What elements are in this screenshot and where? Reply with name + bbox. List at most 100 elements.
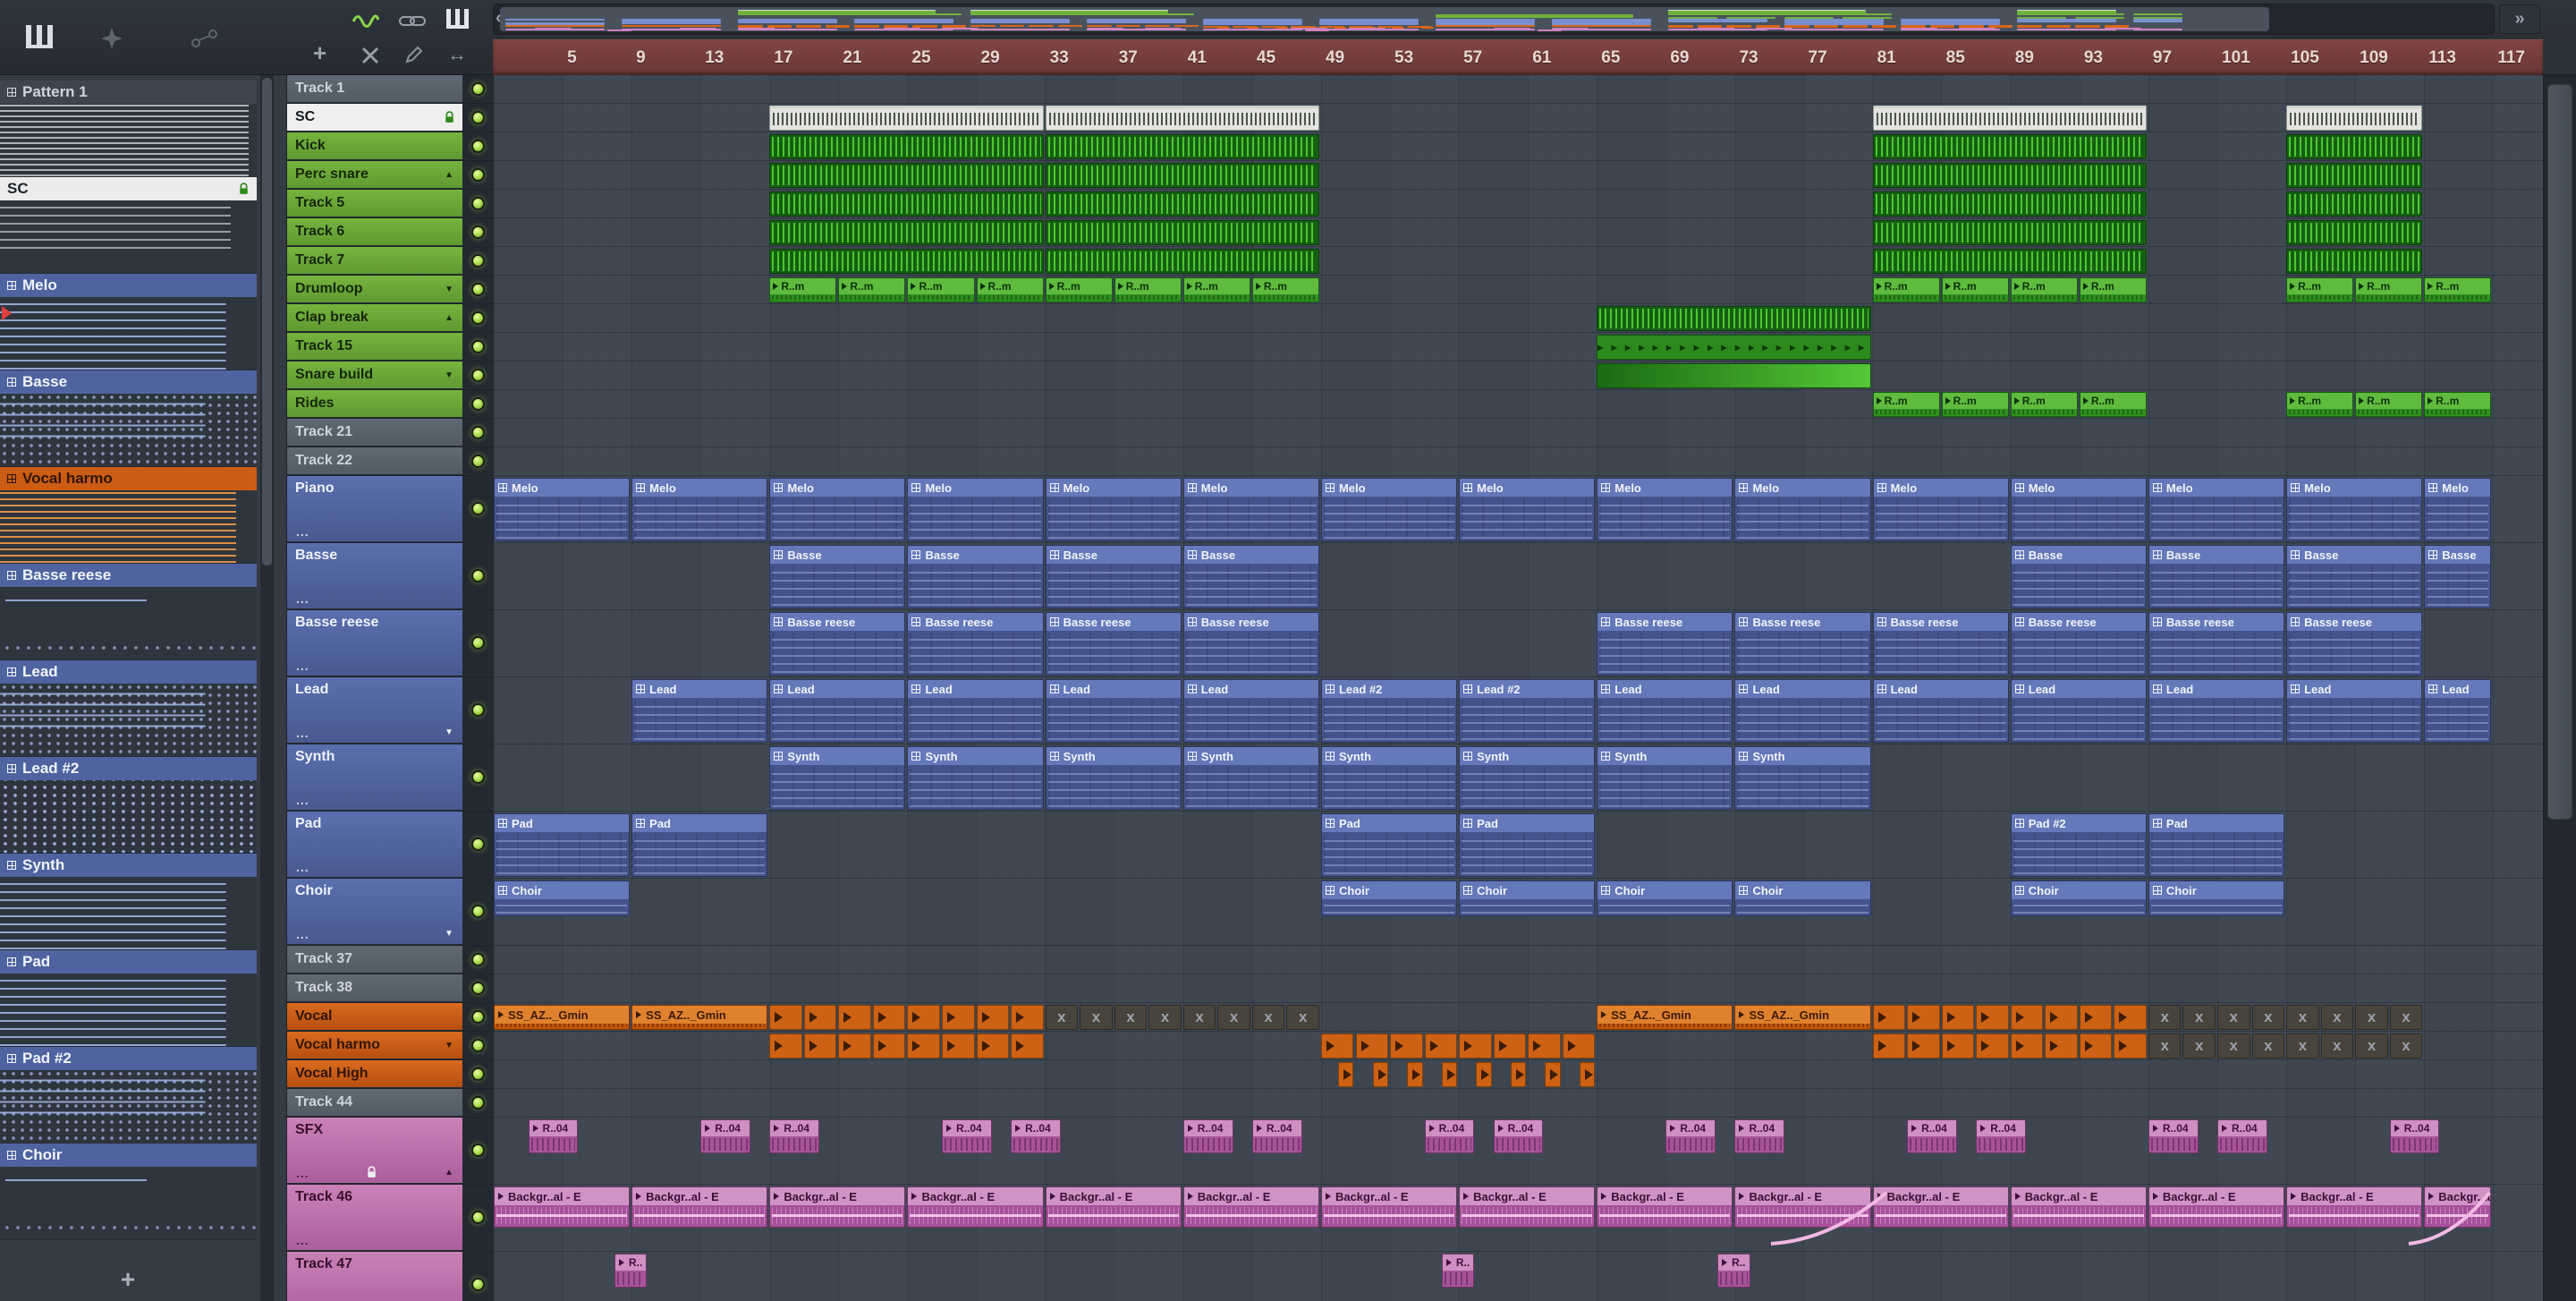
track-row-track-44[interactable]: Track 44 (287, 1089, 493, 1118)
clip-r-m[interactable]: R..m (2286, 277, 2354, 302)
clip-r-04[interactable]: R..04 (1182, 1119, 1233, 1153)
chevron-up-icon[interactable]: ▲ (445, 170, 453, 180)
clip-basse-reese[interactable]: Basse reese (769, 612, 906, 676)
track-enable-led[interactable] (470, 310, 485, 325)
play-clip[interactable] (1424, 1033, 1458, 1059)
mute-clip[interactable]: x (2251, 1033, 2285, 1059)
track-enable-led[interactable] (470, 1038, 485, 1052)
track-row-sc[interactable]: SC (287, 104, 493, 132)
play-clip[interactable] (907, 1033, 940, 1059)
clip-melo[interactable]: Melo (1320, 478, 1458, 541)
clip-lead[interactable]: Lead (631, 679, 768, 743)
pattern-thumbnail-basse-reese[interactable] (0, 587, 257, 660)
play-clip[interactable] (1872, 1033, 1906, 1059)
clip-basse-reese[interactable]: Basse reese (1734, 612, 1871, 676)
track-name-pad[interactable]: Pad... (287, 812, 462, 877)
track-row-track-37[interactable]: Track 37 (287, 946, 493, 974)
clip-r-m[interactable]: R..m (976, 277, 1044, 302)
mute-clip[interactable]: x (2320, 1005, 2354, 1030)
track-name-rides[interactable]: Rides (287, 390, 462, 417)
mute-clip[interactable]: x (2286, 1033, 2319, 1059)
clip-choir[interactable]: Choir (1597, 880, 1733, 916)
play-clip[interactable] (1941, 1005, 1975, 1030)
clip-basse[interactable]: Basse (2286, 545, 2423, 608)
track-enable-led[interactable] (470, 1278, 485, 1291)
play-clip[interactable] (872, 1033, 906, 1059)
clip-synth[interactable]: Synth (1459, 746, 1596, 810)
track-enable-led[interactable] (470, 636, 485, 650)
mute-clip[interactable]: x (2286, 1005, 2319, 1030)
track-row-perc-snare[interactable]: Perc snare ▲ (287, 161, 493, 190)
play-clip[interactable] (1545, 1062, 1561, 1087)
pattern-item-basse-reese[interactable]: Basse reese (0, 564, 257, 587)
clip-backgr-al-e[interactable]: Backgr..al - E (907, 1186, 1044, 1228)
mute-clip[interactable]: x (2355, 1005, 2388, 1030)
play-clip[interactable] (1476, 1062, 1492, 1087)
stripes-clip[interactable] (1872, 134, 2147, 159)
track-row-drumloop[interactable]: Drumloop ▼ (287, 276, 493, 304)
play-clip[interactable] (1528, 1033, 1561, 1059)
audio-clip[interactable] (2286, 106, 2423, 131)
play-clip[interactable] (942, 1033, 975, 1059)
clip-basse-reese[interactable]: Basse reese (2010, 612, 2147, 676)
clip-r-m[interactable]: R..m (2424, 392, 2492, 417)
chevron-down-icon[interactable]: ▼ (445, 929, 453, 939)
track-row-vocal-high[interactable]: Vocal High (287, 1060, 493, 1089)
clip-basse[interactable]: Basse (1045, 545, 1182, 608)
playlist-row-track-44[interactable] (494, 1089, 2543, 1118)
clip-basse-reese[interactable]: Basse reese (1872, 612, 2009, 676)
clip-r-04[interactable]: R..04 (1251, 1119, 1302, 1153)
play-clip[interactable] (838, 1005, 871, 1030)
play-clip[interactable] (1407, 1062, 1423, 1087)
track-name-sc[interactable]: SC (287, 104, 462, 131)
stripes-clip[interactable] (1045, 134, 1319, 159)
pattern-thumbnail-lead[interactable] (0, 684, 257, 757)
track-row-rides[interactable]: Rides (287, 390, 493, 419)
clip-melo[interactable]: Melo (769, 478, 906, 541)
stripes-clip[interactable] (769, 249, 1044, 274)
track-name-track-7[interactable]: Track 7 (287, 247, 462, 274)
play-clip[interactable] (1907, 1033, 1940, 1059)
track-name-track-21[interactable]: Track 21 (287, 419, 462, 446)
curve-clip[interactable] (1769, 1190, 1888, 1247)
chevron-down-icon[interactable]: ▼ (445, 1041, 453, 1050)
stripes-clip[interactable] (2286, 191, 2423, 217)
stripes-clip[interactable] (2286, 220, 2423, 245)
clip-choir[interactable]: Choir (1734, 880, 1871, 916)
clip-backgr-al-e[interactable]: Backgr..al - E (2148, 1186, 2285, 1228)
pattern-item-melo[interactable]: Melo (0, 274, 257, 297)
clip-ss-az-gmin[interactable]: SS_AZ.._Gmin (1597, 1005, 1733, 1030)
playlist-row-track-22[interactable] (494, 447, 2543, 476)
stripes-clip[interactable] (769, 163, 1044, 188)
timeline-overview-scrollbar[interactable]: ‹ (493, 4, 2495, 35)
mute-clip[interactable]: x (2148, 1005, 2182, 1030)
mute-clip[interactable]: x (1045, 1005, 1079, 1030)
playlist-row-track-37[interactable] (494, 946, 2543, 974)
pattern-item-synth[interactable]: Synth (0, 854, 257, 877)
pattern-item-basse[interactable]: Basse (0, 370, 257, 394)
pattern-item-choir[interactable]: Choir (0, 1144, 257, 1167)
track-row-track-5[interactable]: Track 5 (287, 190, 493, 218)
pattern-thumbnail-pattern-1[interactable] (0, 104, 257, 177)
chevron-up-icon[interactable]: ▲ (445, 313, 453, 323)
node-link-icon[interactable] (191, 29, 218, 48)
track-row-track-46[interactable]: Track 46... (287, 1185, 493, 1252)
mute-clip[interactable]: x (2389, 1033, 2423, 1059)
slide-tool-icon[interactable]: ↔ (447, 43, 467, 66)
clip-melo[interactable]: Melo (2148, 478, 2285, 541)
clip-lead[interactable]: Lead (2148, 679, 2285, 743)
stripes-clip[interactable] (1045, 191, 1319, 217)
pattern-thumbnail-choir[interactable] (0, 1167, 257, 1240)
clip-choir[interactable]: Choir (2148, 880, 2285, 916)
clip-lead[interactable]: Lead (769, 679, 906, 743)
stripes-clip[interactable] (1872, 220, 2147, 245)
clip-synth[interactable]: Synth (1182, 746, 1319, 810)
track-row-piano[interactable]: Piano... (287, 476, 493, 543)
play-clip[interactable] (2010, 1005, 2044, 1030)
mute-clip[interactable]: x (2251, 1005, 2285, 1030)
track-row-choir[interactable]: Choir... ▼ (287, 879, 493, 946)
clip-ss-az-gmin[interactable]: SS_AZ.._Gmin (1734, 1005, 1871, 1030)
clip-r-m[interactable]: R..m (769, 277, 837, 302)
play-clip[interactable] (942, 1005, 975, 1030)
track-enable-led[interactable] (470, 81, 485, 96)
